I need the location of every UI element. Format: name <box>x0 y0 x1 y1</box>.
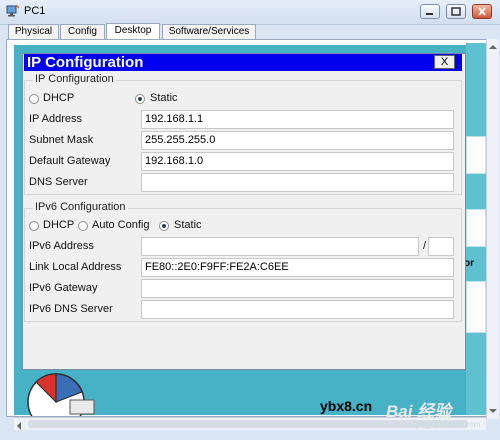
app-icon <box>6 4 20 17</box>
ipv6-dns-server-label: IPv6 DNS Server <box>29 303 113 315</box>
close-icon <box>478 7 486 16</box>
link-local-address-label: Link Local Address <box>29 261 122 273</box>
ip-address-field[interactable]: 192.168.1.1 <box>141 110 454 129</box>
dialog-title: IP Configuration <box>27 54 144 71</box>
scroll-up-icon[interactable] <box>489 41 497 49</box>
desktop-app-tile[interactable] <box>466 136 486 174</box>
ipv6-prefix-field[interactable] <box>428 237 454 256</box>
ipv6-auto-config-radio[interactable] <box>78 221 88 231</box>
status-bar <box>0 430 500 440</box>
ipv4-section-title: IP Configuration <box>33 73 116 85</box>
ipv6-gateway-field[interactable] <box>141 279 454 298</box>
window-title: PC1 <box>24 5 46 17</box>
ipv6-static-label: Static <box>174 219 202 231</box>
ipv4-dhcp-radio[interactable] <box>29 94 39 104</box>
desktop-app-icon[interactable] <box>26 370 102 431</box>
link-local-address-field[interactable]: FE80::2E0:F9FF:FE2A:C6EE <box>141 258 454 277</box>
ipv4-dhcp-label: DHCP <box>43 92 75 104</box>
ipv6-static-radio[interactable] <box>159 221 169 231</box>
maximize-icon <box>451 7 461 16</box>
vertical-scrollbar[interactable] <box>486 39 499 419</box>
tab-physical[interactable]: Physical <box>8 24 59 39</box>
scroll-down-icon[interactable] <box>489 405 497 413</box>
ip-address-label: IP Address <box>29 113 82 125</box>
ipv6-address-label: IPv6 Address <box>29 240 94 252</box>
ipv6-gateway-label: IPv6 Gateway <box>29 282 98 294</box>
desktop-right-panel: or <box>464 43 486 415</box>
ipv4-static-radio[interactable] <box>135 94 145 104</box>
dns-server-field[interactable] <box>141 173 454 192</box>
dns-server-label: DNS Server <box>29 176 88 188</box>
tab-config[interactable]: Config <box>60 24 105 39</box>
ipv6-dhcp-label: DHCP <box>43 219 75 231</box>
baidu-watermark-url: jingyan.baidu.com <box>416 420 481 429</box>
subnet-mask-field[interactable]: 255.255.255.0 <box>141 131 454 150</box>
minimize-button[interactable] <box>420 4 440 19</box>
subnet-mask-label: Subnet Mask <box>29 134 94 146</box>
dialog-close-button[interactable]: X <box>434 55 455 69</box>
minimize-icon <box>426 13 433 15</box>
ipv4-static-label: Static <box>150 92 178 104</box>
ipv6-dhcp-radio[interactable] <box>29 221 39 231</box>
ipv6-address-field[interactable] <box>141 237 419 256</box>
ipv6-dns-server-field[interactable] <box>141 300 454 319</box>
baidu-watermark: Bai 经验 <box>386 402 452 421</box>
default-gateway-field[interactable]: 192.168.1.0 <box>141 152 454 171</box>
ipv6-auto-config-label: Auto Config <box>92 219 150 231</box>
ipv6-section-title: IPv6 Configuration <box>33 201 128 213</box>
default-gateway-label: Default Gateway <box>29 155 111 167</box>
site-watermark: ybx8.cn <box>320 398 373 414</box>
tab-desktop[interactable]: Desktop <box>106 23 160 39</box>
desktop-app-tile[interactable] <box>466 209 486 247</box>
desktop-app-tile[interactable] <box>466 281 486 333</box>
maximize-button[interactable] <box>446 4 466 19</box>
scroll-left-icon[interactable] <box>16 421 23 430</box>
prefix-separator: / <box>423 240 427 252</box>
window-close-button[interactable] <box>472 4 492 19</box>
tab-software-services[interactable]: Software/Services <box>162 24 256 39</box>
